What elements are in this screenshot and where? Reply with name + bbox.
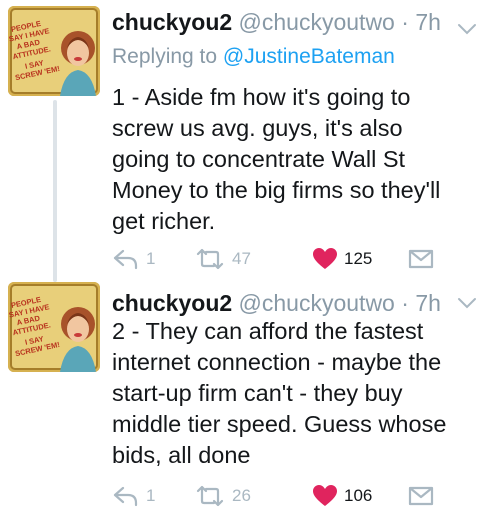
avatar-image: PEOPLE SAY I HAVE A BAD ATTITUDE. I SAY … [8, 6, 100, 96]
dm-icon [408, 249, 434, 269]
retweet-count: 47 [232, 249, 251, 268]
direct-message-button[interactable] [408, 245, 440, 273]
retweet-icon [196, 485, 224, 507]
avatar[interactable]: PEOPLE SAY I HAVE A BAD ATTITUDE. I SAY … [8, 6, 100, 96]
reply-button[interactable]: 1 [112, 245, 155, 273]
separator: · [394, 290, 416, 316]
tweet-line: Money to the big firms so they'll [112, 177, 441, 203]
tweet-text: 2 - They can afford the fastest internet… [112, 316, 492, 471]
timestamp[interactable]: 7h [415, 9, 441, 35]
heart-icon [313, 248, 337, 269]
user-handle[interactable]: @chuckyoutwo [239, 9, 395, 35]
avatar-image: PEOPLE SAY I HAVE A BAD ATTITUDE. I SAY … [8, 282, 100, 372]
action-bar: 1 47 125 [112, 245, 500, 273]
retweet-button[interactable]: 47 [194, 245, 251, 273]
heart-icon [313, 485, 337, 506]
timestamp[interactable]: 7h [415, 290, 441, 316]
like-count: 125 [344, 249, 373, 268]
replying-to: Replying to @JustineBateman [112, 45, 395, 69]
direct-message-button[interactable] [408, 482, 440, 510]
reply-count: 1 [146, 486, 156, 505]
tweet-line: start-up firm can't - they buy [112, 380, 403, 406]
tweet-header: chuckyou2 @chuckyoutwo · 7h [112, 9, 441, 35]
retweet-button[interactable]: 26 [194, 482, 251, 510]
dm-icon [408, 486, 434, 506]
retweet-icon [196, 248, 224, 270]
reply-icon [113, 249, 138, 270]
like-button[interactable]: 106 [312, 482, 372, 510]
tweet-text: 1 - Aside fm how it's going to screw us … [112, 82, 492, 237]
display-name[interactable]: chuckyou2 [112, 9, 232, 35]
retweet-count: 26 [232, 486, 251, 505]
like-count: 106 [344, 486, 373, 505]
tweet-line: 2 - They can afford the fastest [112, 318, 424, 344]
display-name[interactable]: chuckyou2 [112, 290, 232, 316]
action-bar: 1 26 106 [112, 482, 500, 510]
avatar[interactable]: PEOPLE SAY I HAVE A BAD ATTITUDE. I SAY … [8, 282, 100, 372]
separator: · [394, 9, 416, 35]
tweet-2[interactable]: PEOPLE SAY I HAVE A BAD ATTITUDE. I SAY … [0, 282, 500, 523]
tweet-line: internet connection - maybe the [112, 349, 442, 375]
like-button[interactable]: 125 [312, 245, 372, 273]
tweet-header: chuckyou2 @chuckyoutwo · 7h [112, 290, 441, 316]
reply-icon [113, 486, 138, 507]
reply-count: 1 [146, 249, 156, 268]
tweet-1[interactable]: PEOPLE SAY I HAVE A BAD ATTITUDE. I SAY … [0, 0, 500, 282]
user-handle[interactable]: @chuckyoutwo [239, 290, 395, 316]
tweet-line: middle tier speed. Guess whose [112, 411, 447, 437]
tweet-line: going to concentrate Wall St [112, 146, 406, 172]
tweet-line: 1 - Aside fm how it's going to [112, 84, 411, 110]
replying-to-prefix: Replying to [112, 45, 223, 68]
reply-button[interactable]: 1 [112, 482, 155, 510]
tweet-line: get richer. [112, 208, 216, 234]
replying-to-link[interactable]: @JustineBateman [223, 45, 395, 68]
tweet-line: screw us avg. guys, it's also [112, 115, 403, 141]
chevron-down-icon[interactable] [456, 296, 478, 310]
thread-line [53, 100, 57, 282]
tweet-line: bids, all done [112, 442, 251, 468]
chevron-down-icon[interactable] [456, 22, 478, 36]
